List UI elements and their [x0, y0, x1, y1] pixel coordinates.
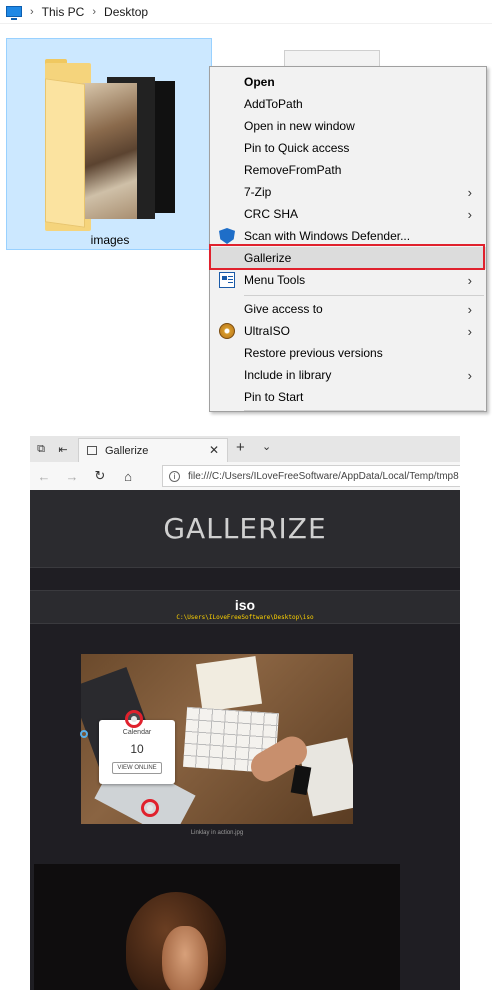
menu-tools-icon: [219, 272, 235, 288]
menu-item-label: UltraISO: [244, 324, 291, 338]
hotspot-icon: [147, 805, 153, 811]
menu-item-crc-sha[interactable]: CRC SHA ›: [210, 203, 486, 225]
close-tab-icon[interactable]: ✕: [209, 443, 219, 457]
address-bar[interactable]: › This PC › Desktop: [0, 0, 492, 24]
tab-gallerize[interactable]: Gallerize ✕: [78, 438, 228, 462]
folder-icon-front: [45, 78, 85, 228]
context-menu: Open AddToPath Open in new window Pin to…: [209, 66, 487, 412]
menu-item-include-library[interactable]: Include in library ›: [210, 364, 486, 386]
menu-item-label: Restore previous versions: [244, 346, 383, 360]
portrait-photo-element: [162, 926, 208, 990]
submenu-arrow-icon: ›: [467, 185, 472, 200]
highlight-ring-icon: [125, 710, 143, 728]
submenu-arrow-icon: ›: [467, 324, 472, 339]
menu-item-removefrompath[interactable]: RemoveFromPath: [210, 159, 486, 181]
tab-title: Gallerize: [105, 444, 149, 457]
menu-separator: [244, 295, 484, 296]
menu-item-label: Include in library: [244, 368, 332, 382]
section-title: iso: [234, 597, 256, 613]
breadcrumb-chevron-icon[interactable]: ›: [30, 6, 34, 18]
menu-item-label: 7-Zip: [244, 185, 272, 199]
menu-item-ultraiso[interactable]: UltraISO ›: [210, 320, 486, 342]
submenu-arrow-icon: ›: [467, 302, 472, 317]
forward-button[interactable]: →: [58, 469, 86, 484]
menu-separator: [244, 410, 484, 411]
menu-item-menu-tools[interactable]: Menu Tools ›: [210, 269, 486, 291]
menu-item-label: Scan with Windows Defender...: [244, 229, 411, 243]
widget-number: 10: [130, 742, 144, 756]
folder-thumbnail-photo: [81, 83, 137, 219]
set-tabs-aside-icon[interactable]: ⇤: [52, 439, 74, 459]
gallery-title: GALLERIZE: [30, 490, 460, 568]
folder-label: images: [90, 233, 130, 247]
gallery-image-linklay[interactable]: Calendar 10 VIEW ONLINE: [81, 654, 353, 824]
menu-item-label: Open: [244, 75, 275, 89]
breadcrumb-chevron-icon[interactable]: ›: [92, 6, 96, 18]
screenshot-root: › This PC › Desktop images Open AddToPat…: [0, 0, 492, 990]
gallery-page: GALLERIZE iso C:\Users\ILoveFreeSoftware…: [30, 490, 460, 990]
widget-caption: Calendar: [122, 729, 152, 736]
home-button[interactable]: ⌂: [114, 469, 142, 484]
info-icon[interactable]: i: [169, 470, 180, 482]
menu-item-label: RemoveFromPath: [244, 163, 342, 177]
menu-item-label: Open in new window: [244, 119, 355, 133]
highlight-annotation: [209, 244, 485, 270]
ultraiso-disc-icon: [219, 323, 235, 339]
menu-item-open[interactable]: Open: [210, 71, 486, 93]
menu-item-open-new-window[interactable]: Open in new window: [210, 115, 486, 137]
folder-item-images[interactable]: images: [6, 38, 212, 250]
menu-item-restore-versions[interactable]: Restore previous versions: [210, 342, 486, 364]
menu-item-label: Pin to Start: [244, 390, 304, 404]
breadcrumb-this-pc[interactable]: This PC: [42, 5, 85, 19]
menu-item-give-access[interactable]: Give access to ›: [210, 298, 486, 320]
page-icon: [87, 446, 97, 455]
hotspot-marker-icon[interactable]: [80, 730, 88, 738]
browser-window: ⧉ ⇤ Gallerize ✕ + ⌄ ← → ↻ ⌂ i file:///C:…: [30, 436, 460, 990]
defender-shield-icon: [219, 228, 235, 244]
gallery-image-portrait[interactable]: [34, 864, 400, 990]
menu-item-label: Menu Tools: [244, 273, 306, 287]
menu-item-pin-quick-access[interactable]: Pin to Quick access: [210, 137, 486, 159]
menu-item-label: CRC SHA: [244, 207, 299, 221]
gallery-section-header: iso C:\Users\ILoveFreeSoftware\Desktop\i…: [30, 590, 460, 624]
tab-preview-icon[interactable]: ⧉: [30, 439, 52, 459]
menu-item-label: Pin to Quick access: [244, 141, 350, 155]
navigation-bar: ← → ↻ ⌂ i file:///C:/Users/ILoveFreeSoft…: [30, 462, 460, 490]
calendar-widget: Calendar 10 VIEW ONLINE: [99, 720, 175, 784]
new-tab-button[interactable]: +: [236, 439, 245, 456]
highlight-ring-icon: [141, 799, 159, 817]
section-path: C:\Users\ILoveFreeSoftware\Desktop\iso: [176, 614, 314, 621]
menu-item-addtopath[interactable]: AddToPath: [210, 93, 486, 115]
menu-item-pin-start[interactable]: Pin to Start: [210, 386, 486, 408]
url-text: file:///C:/Users/ILoveFreeSoftware/AppDa…: [188, 470, 459, 482]
url-bar[interactable]: i file:///C:/Users/ILoveFreeSoftware/App…: [162, 465, 460, 487]
planner-photo-element: [195, 656, 263, 712]
tab-list-chevron-icon[interactable]: ⌄: [262, 440, 271, 453]
back-button[interactable]: ←: [30, 469, 58, 484]
menu-item-label: AddToPath: [244, 97, 303, 111]
menu-item-label: Give access to: [244, 302, 323, 316]
submenu-arrow-icon: ›: [467, 273, 472, 288]
submenu-arrow-icon: ›: [467, 207, 472, 222]
menu-item-7zip[interactable]: 7-Zip ›: [210, 181, 486, 203]
image-caption: Linklay in action.jpg: [190, 830, 244, 836]
this-pc-icon: [6, 6, 22, 20]
submenu-arrow-icon: ›: [467, 368, 472, 383]
breadcrumb-desktop[interactable]: Desktop: [104, 5, 148, 19]
refresh-button[interactable]: ↻: [86, 468, 114, 484]
view-online-button[interactable]: VIEW ONLINE: [112, 762, 162, 774]
hotspot-icon: [131, 716, 137, 722]
